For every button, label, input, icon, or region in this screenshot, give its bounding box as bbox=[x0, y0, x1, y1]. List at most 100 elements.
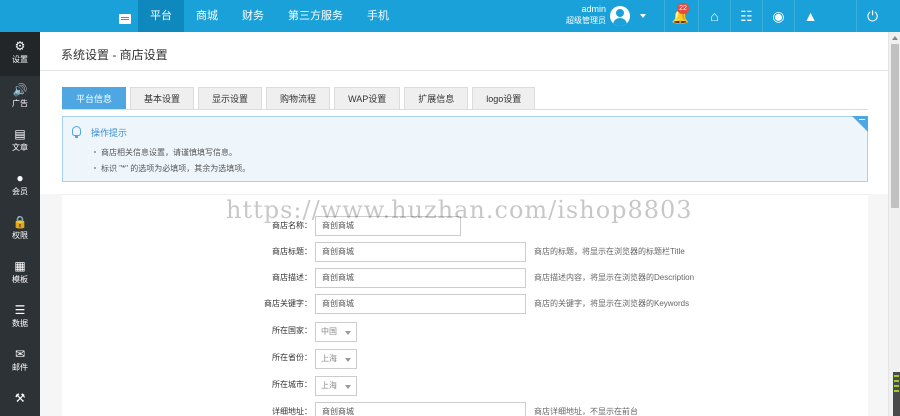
field-hint: 商店描述内容，将显示在浏览器的Description bbox=[534, 273, 695, 282]
chevron-down-icon bbox=[345, 358, 351, 362]
menu-toggle-icon[interactable] bbox=[119, 14, 131, 24]
tips-title: 操作提示 bbox=[91, 128, 128, 138]
form-row-address: 详细地址： 商创商城 商店详细地址，不显示在前台 bbox=[62, 402, 868, 416]
sidebar-item-tools[interactable]: ⚒ bbox=[0, 384, 40, 416]
tips-panel: 操作提示 商店相关信息设置，请谨慎填写信息。 标识 "*" 的选项为必填项，其余… bbox=[62, 116, 868, 182]
settings-tabs: 平台信息 基本设置 显示设置 购物流程 WAP设置 扩展信息 logo设置 bbox=[62, 87, 539, 109]
document-icon: ▤ bbox=[14, 127, 26, 141]
field-label: 商店关键字： bbox=[264, 299, 312, 308]
topnav-third-party[interactable]: 第三方服务 bbox=[276, 0, 355, 32]
topnav-finance[interactable]: 财务 bbox=[230, 0, 276, 32]
sidebar-item-label: 邮件 bbox=[12, 363, 28, 372]
shop-description-input[interactable]: 商创商城 bbox=[315, 268, 526, 288]
form-row-shop-description: 商店描述： 商创商城 商店描述内容，将显示在浏览器的Description bbox=[62, 268, 868, 288]
field-label: 所在省份： bbox=[272, 353, 312, 362]
chevron-down-icon bbox=[345, 385, 351, 389]
top-bar: 平台 商城 财务 第三方服务 手机 admin 超级管理员 🔔 22 ⌂ ☷ ◉… bbox=[0, 0, 900, 32]
topnav-mobile[interactable]: 手机 bbox=[355, 0, 401, 32]
sidebar-item-label: 数据 bbox=[12, 319, 28, 328]
avatar[interactable] bbox=[610, 6, 630, 26]
lock-icon: 🔒 bbox=[12, 215, 28, 229]
tabs-divider bbox=[62, 109, 868, 110]
user-icon: ● bbox=[16, 171, 24, 185]
sidebar-item-templates[interactable]: ▦ 模板 bbox=[0, 252, 40, 296]
sidebar-item-label: 设置 bbox=[12, 55, 28, 64]
field-label: 商店描述： bbox=[272, 273, 312, 282]
home-icon[interactable]: ⌂ bbox=[698, 0, 730, 32]
field-hint: 商店详细地址，不显示在前台 bbox=[534, 407, 638, 416]
sidebar-item-label: 文章 bbox=[12, 143, 28, 152]
database-icon: ☰ bbox=[14, 303, 26, 317]
sidebar-item-label: 权限 bbox=[12, 231, 28, 240]
tip-line: 标识 "*" 的选项为必填项，其余为选填项。 bbox=[93, 164, 251, 173]
template-icon: ▦ bbox=[14, 259, 26, 273]
notification-badge: 22 bbox=[677, 3, 689, 14]
scrollbar-thumb[interactable] bbox=[891, 44, 899, 208]
form-row-shop-keywords: 商店关键字： 商创商城 商店的关键字，将显示在浏览器的Keywords bbox=[62, 294, 868, 314]
divider bbox=[40, 70, 888, 71]
country-select[interactable]: 中国 bbox=[315, 322, 357, 342]
field-label: 详细地址： bbox=[272, 407, 312, 416]
chevron-down-icon[interactable] bbox=[640, 14, 646, 18]
mail-icon: ✉ bbox=[14, 347, 26, 361]
user-name: admin bbox=[581, 4, 606, 14]
clear-cache-icon[interactable]: ▲ bbox=[794, 0, 826, 32]
select-value: 上海 bbox=[321, 381, 337, 390]
shop-keywords-input[interactable]: 商创商城 bbox=[315, 294, 526, 314]
sidebar-item-mail[interactable]: ✉ 邮件 bbox=[0, 340, 40, 384]
tab-extended-info[interactable]: 扩展信息 bbox=[404, 87, 469, 109]
tab-basic-settings[interactable]: 基本设置 bbox=[130, 87, 195, 109]
tab-logo-settings[interactable]: logo设置 bbox=[472, 87, 536, 109]
sidebar-item-articles[interactable]: ▤ 文章 bbox=[0, 120, 40, 164]
sidebar: ⚙ 设置 🔊 广告 ▤ 文章 ● 会员 🔒 权限 ▦ 模板 ☰ 数据 ✉ 邮件 … bbox=[0, 32, 45, 416]
field-hint: 商店的标题，将显示在浏览器的标题栏Title bbox=[534, 247, 685, 256]
power-icon[interactable]: ⏻ bbox=[856, 0, 888, 32]
tab-shopping-flow[interactable]: 购物流程 bbox=[266, 87, 331, 109]
gear-icon: ⚙ bbox=[14, 39, 26, 53]
watermark-text: https://www.huzhan.com/ishop8803 bbox=[226, 196, 693, 224]
sidebar-item-label: 会员 bbox=[12, 187, 28, 196]
form-row-shop-title: 商店标题： 商创商城 商店的标题，将显示在浏览器的标题栏Title bbox=[62, 242, 868, 262]
topnav-platform[interactable]: 平台 bbox=[138, 0, 184, 32]
megaphone-icon: 🔊 bbox=[12, 83, 28, 97]
scroll-up-icon[interactable] bbox=[892, 36, 898, 40]
city-select[interactable]: 上海 bbox=[315, 376, 357, 396]
sidebar-item-data[interactable]: ☰ 数据 bbox=[0, 296, 40, 340]
wrench-icon: ⚒ bbox=[14, 391, 26, 405]
sidebar-item-label: 广告 bbox=[12, 99, 28, 108]
main-content: 系统设置 - 商店设置 平台信息 基本设置 显示设置 购物流程 WAP设置 扩展… bbox=[40, 32, 888, 416]
field-hint: 商店的关键字，将显示在浏览器的Keywords bbox=[534, 299, 690, 308]
page-title: 系统设置 - 商店设置 bbox=[61, 48, 168, 62]
select-value: 中国 bbox=[321, 327, 337, 336]
form-row-city: 所在城市： 上海 bbox=[62, 375, 868, 396]
tab-platform-info[interactable]: 平台信息 bbox=[62, 87, 127, 109]
sidebar-item-permissions[interactable]: 🔒 权限 bbox=[0, 208, 40, 252]
palette-icon[interactable]: ◉ bbox=[762, 0, 794, 32]
province-select[interactable]: 上海 bbox=[315, 349, 357, 369]
address-input[interactable]: 商创商城 bbox=[315, 402, 526, 416]
sidebar-item-members[interactable]: ● 会员 bbox=[0, 164, 40, 208]
field-label: 所在国家： bbox=[272, 326, 312, 335]
logo-area bbox=[0, 0, 137, 32]
topnav-mall[interactable]: 商城 bbox=[184, 0, 230, 32]
sidebar-item-ads[interactable]: 🔊 广告 bbox=[0, 76, 40, 120]
select-value: 上海 bbox=[321, 354, 337, 363]
minus-icon bbox=[859, 119, 865, 120]
user-role: 超级管理员 bbox=[566, 16, 606, 25]
top-navigation: 平台 商城 财务 第三方服务 手机 bbox=[138, 0, 401, 32]
sitemap-icon[interactable]: ☷ bbox=[730, 0, 762, 32]
field-label: 商店标题： bbox=[272, 247, 312, 256]
form-row-country: 所在国家： 中国 bbox=[62, 321, 868, 342]
lightbulb-icon bbox=[72, 126, 81, 138]
chevron-down-icon bbox=[345, 331, 351, 335]
tab-display-settings[interactable]: 显示设置 bbox=[198, 87, 263, 109]
sidebar-item-settings[interactable]: ⚙ 设置 bbox=[0, 32, 40, 76]
shop-settings-form: 商店名称： 商创商城 商店标题： 商创商城 商店的标题，将显示在浏览器的标题栏T… bbox=[62, 194, 868, 416]
user-info[interactable]: admin 超级管理员 bbox=[560, 4, 606, 26]
field-label: 所在城市： bbox=[272, 380, 312, 389]
shop-title-input[interactable]: 商创商城 bbox=[315, 242, 526, 262]
side-widget[interactable] bbox=[893, 372, 900, 416]
vertical-scrollbar[interactable] bbox=[888, 32, 900, 416]
tab-wap-settings[interactable]: WAP设置 bbox=[334, 87, 401, 109]
form-row-province: 所在省份： 上海 bbox=[62, 348, 868, 369]
